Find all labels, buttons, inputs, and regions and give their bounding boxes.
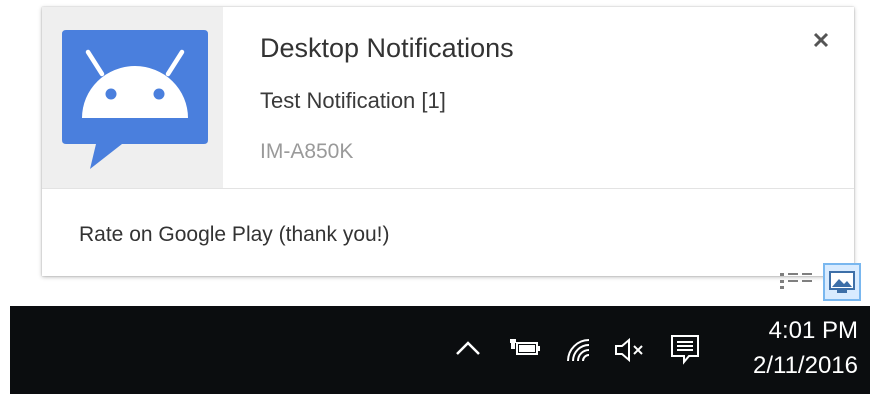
action-label: Rate on Google Play (thank you!) <box>79 223 390 246</box>
screen: Desktop Notifications Test Notification … <box>0 0 870 394</box>
clock-time: 4:01 PM <box>768 317 858 344</box>
desktop-preview-glyph <box>780 273 812 289</box>
wifi-icon <box>567 339 590 362</box>
volume-muted-icon <box>615 337 643 363</box>
taskbar-clock[interactable]: 4:01 PM 2/11/2016 <box>726 314 858 386</box>
show-desktop-icon[interactable] <box>823 263 861 301</box>
android-chat-icon <box>62 30 208 169</box>
clock-date: 2/11/2016 <box>753 352 858 379</box>
battery-power-icon <box>510 339 540 355</box>
volume-button[interactable] <box>613 336 647 364</box>
action-center-button[interactable] <box>669 333 701 365</box>
desktop-notification[interactable]: Desktop Notifications Test Notification … <box>42 7 854 276</box>
rate-on-google-play-button[interactable]: Rate on Google Play (thank you!) <box>42 189 854 276</box>
notification-title: Desktop Notifications <box>260 33 514 63</box>
network-button[interactable] <box>564 336 594 364</box>
notification-message: Test Notification [1] <box>260 88 446 113</box>
taskbar: 4:01 PM 2/11/2016 <box>10 306 870 394</box>
notification-icon-area <box>42 7 223 188</box>
close-icon <box>813 32 829 48</box>
notification-context: IM-A850K <box>260 140 354 163</box>
show-hidden-icons-button[interactable] <box>454 338 482 358</box>
chevron-up-icon <box>456 341 480 355</box>
power-status-button[interactable] <box>508 337 542 361</box>
close-button[interactable] <box>806 25 836 55</box>
action-center-icon <box>671 335 699 365</box>
